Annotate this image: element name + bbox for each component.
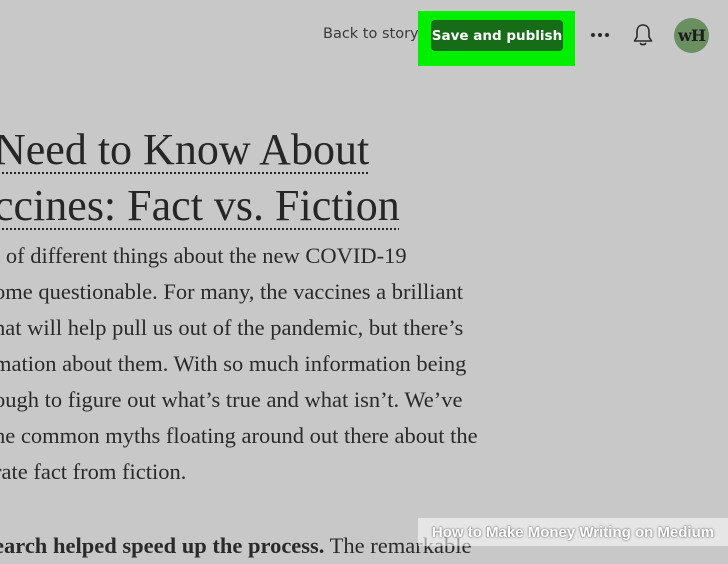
body-text-line[interactable]: ome questionable. For many, the vaccines… xyxy=(0,274,463,310)
bell-icon[interactable] xyxy=(631,22,655,48)
body-text-line[interactable]: hat will help pull us out of the pandemi… xyxy=(0,310,463,346)
watermark-banner: How to Make Money Writing on Medium xyxy=(418,518,728,546)
body-text-line[interactable]: rate fact from fiction. xyxy=(0,454,186,490)
editor-top-bar: Back to story Save and publish wH xyxy=(0,0,728,70)
article-title-line-1[interactable]: Need to Know About xyxy=(0,122,369,178)
body-text-line[interactable]: mation about them. With so much informat… xyxy=(0,346,466,382)
body-text-line[interactable]: t of different things about the new COVI… xyxy=(0,238,407,274)
avatar[interactable]: wH xyxy=(674,18,709,53)
body-text-line[interactable]: he common myths floating around out ther… xyxy=(0,418,478,454)
article-title-line-2[interactable]: ccines: Fact vs. Fiction xyxy=(0,178,400,234)
more-icon[interactable] xyxy=(586,24,614,46)
body-text-line[interactable]: earch helped speed up the process. The r… xyxy=(0,528,471,564)
save-and-publish-button[interactable]: Save and publish xyxy=(431,20,563,51)
body-text-line[interactable]: ough to figure out what’s true and what … xyxy=(0,382,463,418)
back-to-story-link[interactable]: Back to story xyxy=(323,26,419,42)
